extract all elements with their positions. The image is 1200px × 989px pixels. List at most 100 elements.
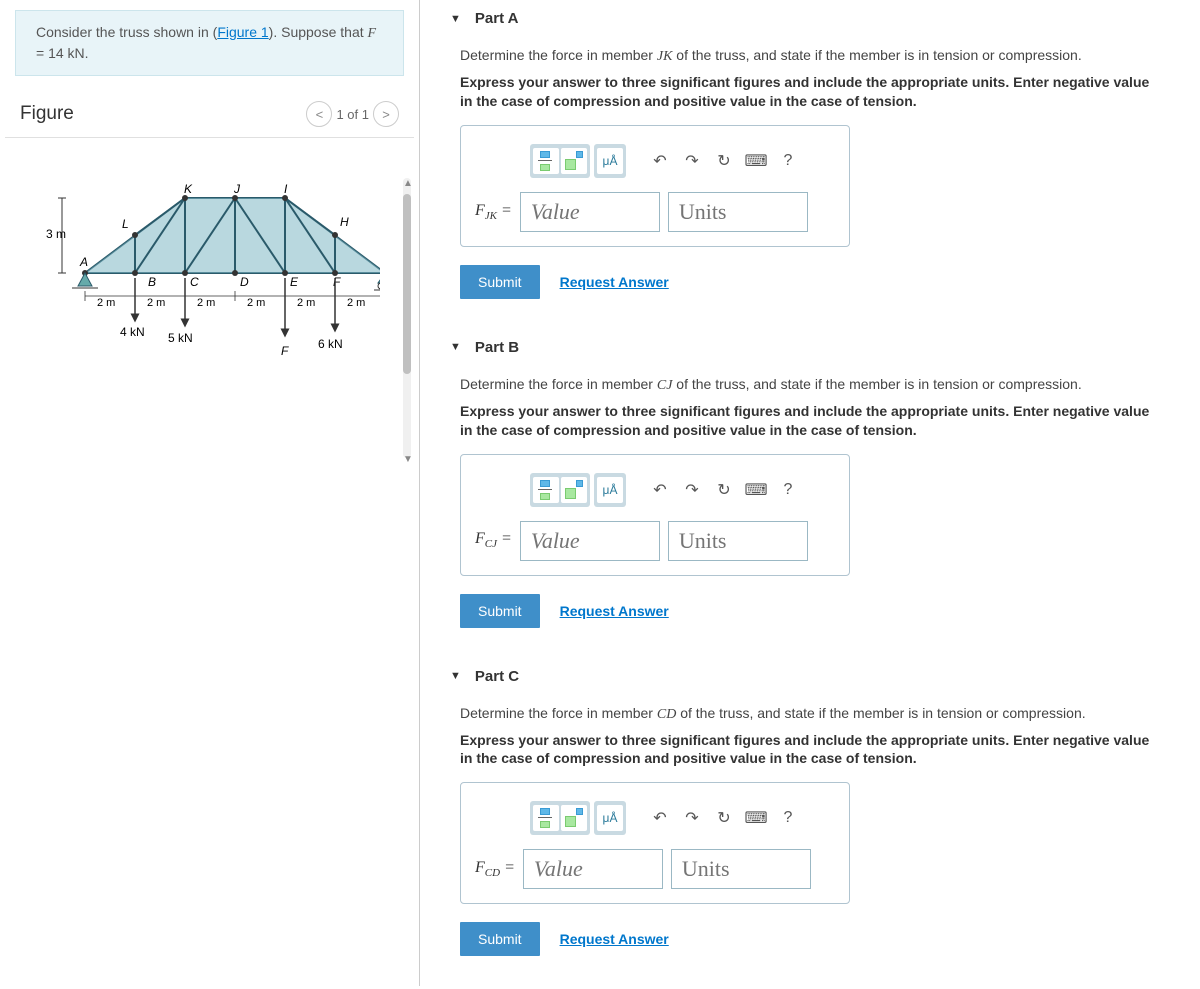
svg-text:B: B [148,275,156,289]
keyboard-button[interactable]: ⌨ [742,476,770,504]
svg-text:2 m: 2 m [347,297,365,309]
figure-link[interactable]: Figure 1 [217,24,268,40]
pager-next-button[interactable]: > [373,101,399,127]
templates-button[interactable] [530,144,590,178]
svg-text:2 m: 2 m [147,297,165,309]
part-a-units-input[interactable] [668,192,808,232]
fraction-icon [535,150,557,172]
svg-text:4 kN: 4 kN [120,325,145,339]
svg-text:F: F [333,275,341,289]
help-button[interactable]: ? [774,804,802,832]
part-a-question: Determine the force in member JK of the … [460,47,1160,65]
part-c-value-input[interactable] [523,849,663,889]
undo-button[interactable]: ↶ [646,476,674,504]
part-a-body: Determine the force in member JK of the … [430,37,1190,329]
help-button[interactable]: ? [774,147,802,175]
figure-header: Figure < 1 of 1 > [5,101,414,138]
part-c-var-label: FCD = [475,859,515,879]
part-a-toolbar: μÅ ↶ ↷ ↻ ⌨ ? [530,144,835,178]
part-b-units-input[interactable] [668,521,808,561]
part-b-value-input[interactable] [520,521,660,561]
svg-text:2 m: 2 m [297,297,315,309]
pager-text: 1 of 1 [336,107,369,122]
fraction-icon [535,479,557,501]
part-a-value-input[interactable] [520,192,660,232]
greek-button[interactable]: μÅ [594,801,626,835]
figure-scrollbar[interactable]: ▲ ▼ [403,178,411,458]
problem-prefix: Consider the truss shown in ( [36,24,217,40]
reset-button[interactable]: ↻ [710,147,738,175]
templates-button[interactable] [530,473,590,507]
svg-text:2 m: 2 m [197,297,215,309]
part-c-question: Determine the force in member CD of the … [460,705,1160,723]
exponent-icon [563,479,585,501]
problem-var: F [368,26,377,41]
svg-text:C: C [190,275,199,289]
svg-text:E: E [290,275,299,289]
pager-prev-button[interactable]: < [306,101,332,127]
svg-text:L: L [122,217,129,231]
exponent-icon [563,807,585,829]
svg-text:F: F [281,344,289,358]
undo-button[interactable]: ↶ [646,147,674,175]
part-b-instruction: Express your answer to three significant… [460,402,1160,440]
svg-text:K: K [184,182,193,196]
truss-diagram: 3 m [40,178,380,378]
greek-button[interactable]: μÅ [594,144,626,178]
figure-body: ▲ ▼ 3 m [0,138,419,398]
svg-text:2 m: 2 m [97,297,115,309]
greek-icon: μÅ [603,811,618,825]
problem-statement: Consider the truss shown in (Figure 1). … [15,10,404,76]
fraction-icon [535,807,557,829]
svg-text:I: I [284,182,288,196]
help-button[interactable]: ? [774,476,802,504]
right-panel: ▼ Part A Determine the force in member J… [420,0,1200,986]
keyboard-button[interactable]: ⌨ [742,147,770,175]
svg-text:H: H [340,215,349,229]
left-panel: Consider the truss shown in (Figure 1). … [0,0,420,986]
part-c-units-input[interactable] [671,849,811,889]
reset-button[interactable]: ↻ [710,476,738,504]
reset-button[interactable]: ↻ [710,804,738,832]
redo-button[interactable]: ↷ [678,804,706,832]
part-a-answer-panel: μÅ ↶ ↷ ↻ ⌨ ? FJK = [460,125,850,247]
part-b-header[interactable]: ▼ Part B [430,329,1190,366]
svg-text:5 kN: 5 kN [168,331,193,345]
part-b-question: Determine the force in member CJ of the … [460,376,1160,394]
greek-icon: μÅ [603,154,618,168]
part-b-title: Part B [475,339,519,356]
part-b-body: Determine the force in member CJ of the … [430,366,1190,658]
part-c-answer-panel: μÅ ↶ ↷ ↻ ⌨ ? FCD = [460,782,850,904]
part-c-title: Part C [475,668,519,685]
svg-text:2 m: 2 m [247,297,265,309]
part-a-submit-button[interactable]: Submit [460,265,540,299]
part-b-submit-button[interactable]: Submit [460,594,540,628]
part-a-request-answer-link[interactable]: Request Answer [560,274,669,290]
part-c-body: Determine the force in member CD of the … [430,695,1190,987]
dim-height: 3 m [46,227,66,241]
caret-down-icon: ▼ [450,341,461,353]
undo-button[interactable]: ↶ [646,804,674,832]
part-a-header[interactable]: ▼ Part A [430,0,1190,37]
part-c-instruction: Express your answer to three significant… [460,731,1160,769]
svg-text:6 kN: 6 kN [318,337,343,351]
part-a-title: Part A [475,10,519,27]
greek-button[interactable]: μÅ [594,473,626,507]
svg-text:J: J [233,182,241,196]
part-c-header[interactable]: ▼ Part C [430,658,1190,695]
keyboard-button[interactable]: ⌨ [742,804,770,832]
part-b-request-answer-link[interactable]: Request Answer [560,603,669,619]
templates-button[interactable] [530,801,590,835]
problem-suffix: ). Suppose that [269,24,368,40]
caret-down-icon: ▼ [450,13,461,25]
part-c-toolbar: μÅ ↶ ↷ ↻ ⌨ ? [530,801,835,835]
part-b-var-label: FCJ = [475,530,512,550]
figure-title: Figure [20,103,74,125]
figure-pager: < 1 of 1 > [306,101,399,127]
redo-button[interactable]: ↷ [678,147,706,175]
redo-button[interactable]: ↷ [678,476,706,504]
part-c-submit-button[interactable]: Submit [460,922,540,956]
part-a-instruction: Express your answer to three significant… [460,73,1160,111]
part-a-var-label: FJK = [475,202,512,222]
part-c-request-answer-link[interactable]: Request Answer [560,931,669,947]
